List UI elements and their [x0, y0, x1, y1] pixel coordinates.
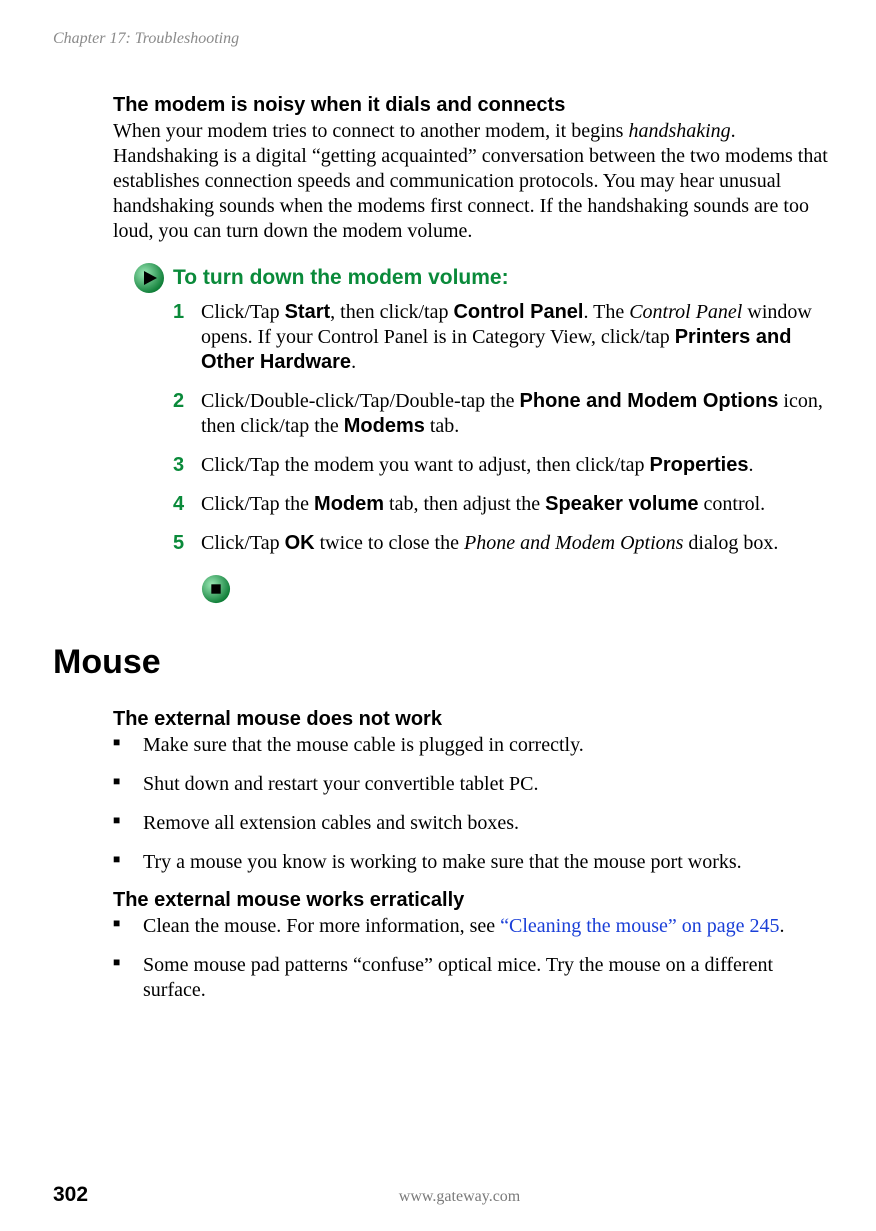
ui-properties: Properties — [650, 454, 749, 476]
step-2: 2 Click/Double-click/Tap/Double-tap the … — [173, 389, 831, 439]
window-control-panel: Control Panel — [629, 301, 742, 323]
modem-noisy-paragraph: When your modem tries to connect to anot… — [113, 119, 831, 244]
bullet-list: Clean the mouse. For more information, s… — [113, 914, 831, 1003]
mouse-erratic-heading: The external mouse works erratically — [113, 889, 831, 912]
step-number: 1 — [173, 300, 184, 325]
list-item: Remove all extension cables and switch b… — [113, 811, 831, 836]
text-run: Clean the mouse. For more information, s… — [143, 915, 500, 937]
text-run: tab, then adjust the — [384, 493, 545, 515]
page-number: 302 — [53, 1183, 88, 1207]
text-run: . — [780, 915, 785, 937]
text-run: Click/Double-click/Tap/Double-tap the — [201, 390, 520, 412]
step-number: 4 — [173, 492, 184, 517]
text-run: Click/Tap — [201, 301, 285, 323]
modem-noisy-heading: The modem is noisy when it dials and con… — [113, 94, 831, 117]
step-number: 2 — [173, 389, 184, 414]
dialog-phone-modem-options: Phone and Modem Options — [464, 532, 683, 554]
ui-ok: OK — [285, 532, 315, 554]
mouse-section-heading: Mouse — [53, 643, 831, 682]
step-3: 3 Click/Tap the modem you want to adjust… — [173, 453, 831, 478]
step-1: 1 Click/Tap Start, then click/tap Contro… — [173, 300, 831, 375]
ui-phone-modem-options: Phone and Modem Options — [520, 390, 779, 412]
step-4: 4 Click/Tap the Modem tab, then adjust t… — [173, 492, 831, 517]
step-number: 3 — [173, 453, 184, 478]
text-run: When your modem tries to connect to anot… — [113, 120, 628, 142]
bullet-list: Make sure that the mouse cable is plugge… — [113, 733, 831, 875]
cleaning-mouse-link[interactable]: “Cleaning the mouse” on page 245 — [500, 915, 779, 937]
ui-speaker-volume: Speaker volume — [545, 493, 698, 515]
list-item: Shut down and restart your convertible t… — [113, 772, 831, 797]
text-run: . The — [583, 301, 629, 323]
ui-control-panel: Control Panel — [453, 301, 583, 323]
page-footer: 302 www.gateway.com — [53, 1183, 831, 1207]
term-handshaking: handshaking — [628, 120, 730, 142]
ui-modems-tab: Modems — [344, 415, 425, 437]
text-run: . — [748, 454, 753, 476]
play-icon — [133, 262, 165, 294]
list-item: Some mouse pad patterns “confuse” optica… — [113, 953, 831, 1003]
text-run: . — [351, 351, 356, 373]
mouse-not-work-heading: The external mouse does not work — [113, 708, 831, 731]
text-run: Click/Tap the — [201, 493, 314, 515]
text-run: twice to close the — [315, 532, 464, 554]
list-item: Clean the mouse. For more information, s… — [113, 914, 831, 939]
footer-url: www.gateway.com — [88, 1188, 831, 1206]
text-run: , then click/tap — [330, 301, 453, 323]
stop-icon — [201, 574, 231, 604]
step-5: 5 Click/Tap OK twice to close the Phone … — [173, 531, 831, 556]
text-run: Click/Tap — [201, 532, 285, 554]
step-number: 5 — [173, 531, 184, 556]
text-run: control. — [699, 493, 766, 515]
list-item: Try a mouse you know is working to make … — [113, 850, 831, 875]
ui-start: Start — [285, 301, 331, 323]
procedure-block: To turn down the modem volume: 1 Click/T… — [143, 266, 831, 609]
list-item: Make sure that the mouse cable is plugge… — [113, 733, 831, 758]
ui-modem-tab: Modem — [314, 493, 384, 515]
procedure-title: To turn down the modem volume: — [173, 266, 831, 290]
text-run: dialog box. — [683, 532, 778, 554]
chapter-header: Chapter 17: Troubleshooting — [53, 30, 831, 48]
text-run: Click/Tap the modem you want to adjust, … — [201, 454, 650, 476]
text-run: tab. — [425, 415, 459, 437]
